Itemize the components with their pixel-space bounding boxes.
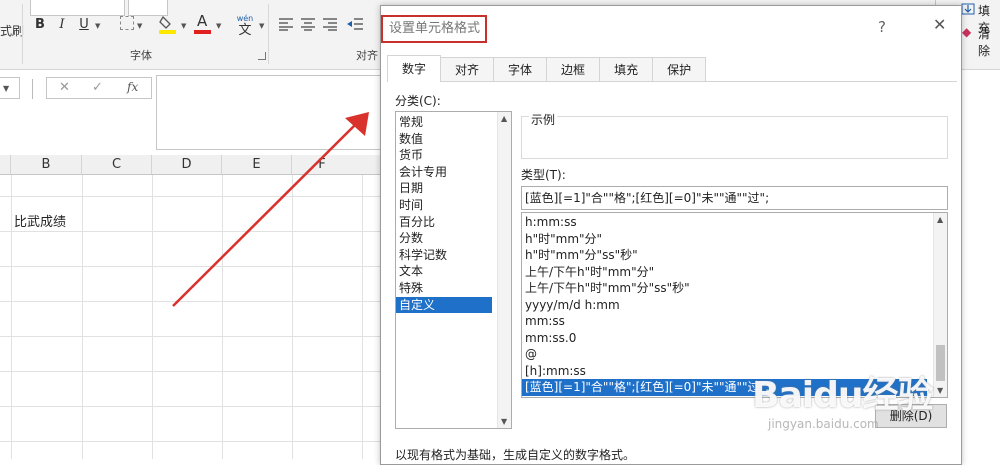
font-color-icon[interactable]: A — [193, 12, 213, 34]
underline-dropdown-icon[interactable]: ▼ — [95, 22, 100, 30]
tab-number[interactable]: 数字 — [387, 55, 442, 82]
category-item-selected[interactable]: 自定义 — [396, 296, 492, 314]
font-color-dropdown-icon[interactable]: ▼ — [216, 22, 221, 30]
border-dropdown-icon[interactable]: ▼ — [137, 22, 142, 30]
column-header-b[interactable]: B — [11, 155, 82, 175]
fill-color-icon[interactable] — [158, 14, 178, 34]
format-scrollbar[interactable]: ▲ ▼ — [933, 213, 947, 397]
align-right-icon[interactable] — [322, 17, 338, 31]
cell-b3[interactable]: 比武成绩 — [14, 211, 66, 230]
category-item[interactable]: 百分比 — [396, 214, 511, 231]
category-item[interactable]: 会计专用 — [396, 164, 511, 181]
grid-line — [0, 371, 385, 372]
watermark-url: jingyan.baidu.com — [768, 417, 879, 431]
grid-line — [0, 441, 385, 442]
type-input[interactable]: [蓝色][=1]"合""格";[红色][=0]"未""通""过"; — [521, 186, 948, 210]
align-left-icon[interactable] — [278, 17, 294, 31]
close-icon[interactable]: ✕ — [933, 15, 946, 34]
tab-font[interactable]: 字体 — [493, 57, 548, 82]
font-group-label: 字体 — [130, 49, 152, 62]
format-painter-label[interactable]: 式刷 — [0, 22, 24, 39]
tab-fill[interactable]: 填充 — [599, 57, 654, 82]
sample-box — [521, 116, 948, 159]
annotation-arrow-icon — [172, 112, 369, 307]
name-box-dropdown-icon[interactable]: ▼ — [3, 84, 9, 93]
formula-controls: ✕ ✓ fx — [46, 77, 152, 99]
category-item[interactable]: 数值 — [396, 131, 511, 148]
ribbon-separator — [22, 4, 23, 64]
grid-line — [82, 175, 83, 459]
grid-line — [152, 175, 153, 459]
scroll-down-icon[interactable]: ▼ — [501, 417, 507, 426]
eraser-icon[interactable]: ◆ — [962, 25, 971, 39]
column-header-c[interactable]: C — [82, 155, 152, 175]
category-item[interactable]: 特殊 — [396, 280, 511, 297]
phonetic-button[interactable]: wén 文 — [234, 14, 256, 40]
bold-button[interactable]: B — [32, 13, 48, 35]
insert-function-icon[interactable]: fx — [127, 80, 138, 94]
phonetic-dropdown-icon[interactable]: ▼ — [259, 22, 264, 30]
dialog-title: 设置单元格格式 — [381, 15, 487, 43]
sample-label: 示例 — [529, 111, 558, 128]
hint-text: 以现有格式为基础，生成自定义的数字格式。 — [395, 448, 636, 462]
fill-dropdown-icon[interactable]: ▼ — [181, 22, 186, 30]
format-item[interactable]: 上午/下午h"时"mm"分" — [522, 264, 947, 281]
category-item[interactable]: 分数 — [396, 230, 511, 247]
font-dialog-launcher-icon[interactable] — [258, 52, 266, 60]
italic-button[interactable]: I — [54, 13, 70, 35]
scroll-down-icon[interactable]: ▼ — [937, 386, 943, 395]
border-icon[interactable] — [120, 16, 134, 30]
format-item[interactable]: @ — [522, 346, 947, 363]
help-icon[interactable]: ? — [878, 18, 886, 36]
grid-line — [0, 336, 385, 337]
tab-protection[interactable]: 保护 — [652, 57, 707, 82]
underline-button[interactable]: U — [76, 13, 92, 35]
category-label: 分类(C): — [395, 94, 441, 108]
category-list[interactable]: 常规 数值 货币 会计专用 日期 时间 百分比 分数 科学记数 文本 特殊 自定… — [395, 111, 512, 429]
tab-border[interactable]: 边框 — [546, 57, 601, 82]
enter-icon[interactable]: ✓ — [92, 80, 103, 95]
column-header-a[interactable] — [0, 155, 11, 175]
scroll-thumb[interactable] — [936, 345, 945, 381]
format-item[interactable]: 上午/下午h"时"mm"分"ss"秒" — [522, 280, 947, 297]
format-item[interactable]: mm:ss — [522, 313, 947, 330]
type-label: 类型(T): — [521, 168, 566, 182]
watermark-logo: Baidu经验 — [752, 375, 933, 416]
tabs-divider — [387, 81, 957, 82]
format-item[interactable]: h"时"mm"分"ss"秒" — [522, 247, 947, 264]
cancel-icon[interactable]: ✕ — [59, 80, 70, 95]
scroll-up-icon[interactable]: ▲ — [937, 215, 943, 224]
clear-label[interactable]: 清除 — [978, 25, 1000, 59]
tab-alignment[interactable]: 对齐 — [440, 57, 495, 82]
category-item[interactable]: 文本 — [396, 263, 511, 280]
category-item[interactable]: 科学记数 — [396, 247, 511, 264]
align-center-icon[interactable] — [300, 17, 316, 31]
ribbon-separator — [268, 4, 269, 64]
category-item[interactable]: 货币 — [396, 147, 511, 164]
formula-bar-separator — [32, 79, 33, 99]
scroll-up-icon[interactable]: ▲ — [501, 114, 507, 123]
fill-down-icon[interactable] — [961, 3, 975, 15]
dialog-tabs: 数字 对齐 字体 边框 填充 保护 — [387, 55, 707, 82]
grid-line — [0, 406, 385, 407]
category-item[interactable]: 常规 — [396, 114, 511, 131]
category-item[interactable]: 时间 — [396, 197, 511, 214]
alignment-group-label: 对齐 — [356, 49, 378, 62]
grid-line — [11, 175, 12, 459]
category-scrollbar[interactable]: ▲ ▼ — [497, 112, 511, 428]
format-item[interactable]: mm:ss.0 — [522, 330, 947, 347]
category-item[interactable]: 日期 — [396, 180, 511, 197]
format-item[interactable]: yyyy/m/d h:mm — [522, 297, 947, 314]
decrease-indent-icon[interactable] — [346, 16, 364, 32]
format-item[interactable]: h"时"mm"分" — [522, 231, 947, 248]
format-item[interactable]: h:mm:ss — [522, 214, 947, 231]
